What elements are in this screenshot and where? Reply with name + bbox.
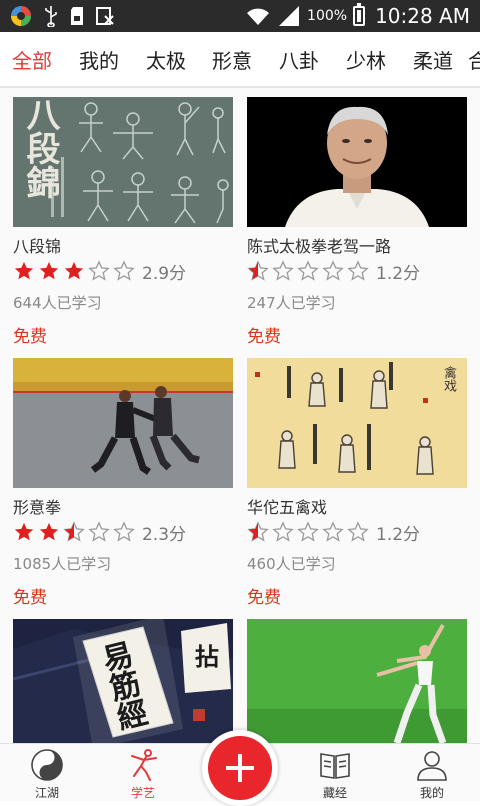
nav-mine[interactable]: 我的 xyxy=(397,748,467,801)
app-logo-icon xyxy=(11,6,31,26)
star-empty-icon xyxy=(88,521,110,542)
star-rating: 2.9分 xyxy=(13,260,187,284)
learner-count: 644人已学习 xyxy=(13,294,102,312)
tab-taiji[interactable]: 太极 xyxy=(146,45,186,74)
course-thumbnail[interactable]: 禽戏 xyxy=(247,358,467,488)
star-empty-icon xyxy=(113,521,135,542)
rating-score: 1.2分 xyxy=(376,263,421,284)
star-half-icon xyxy=(247,521,269,542)
star-rating: 1.2分 xyxy=(247,260,421,284)
star-rating: 2.3分 xyxy=(13,521,187,545)
thumbnail-calligraphy: 禽戏 xyxy=(441,366,456,392)
star-full-icon xyxy=(39,261,59,280)
price-label: 免费 xyxy=(247,327,281,347)
star-full-icon xyxy=(39,522,59,541)
course-thumbnail[interactable] xyxy=(13,358,233,488)
rating-score: 2.3分 xyxy=(142,524,187,545)
star-half-icon xyxy=(247,260,269,281)
course-grid: 八段錦 八段锦 2.9分 644人已学习 免费 陈式太极拳老驾一路 1.2分 2… xyxy=(0,88,480,743)
rating-score: 2.9分 xyxy=(142,263,187,284)
course-card[interactable]: 禽戏 华佗五禽戏 1.2分 460人已学习 免费 xyxy=(247,358,467,608)
price-label: 免费 xyxy=(13,327,47,347)
learner-count: 1085人已学习 xyxy=(13,555,112,573)
rating-score: 1.2分 xyxy=(376,524,421,545)
martial-arts-icon xyxy=(131,749,157,781)
tab-mine[interactable]: 我的 xyxy=(79,45,119,74)
battery-percent: 100% xyxy=(307,8,348,24)
nav-label: 学艺 xyxy=(130,786,155,800)
course-thumbnail[interactable]: 八段錦 xyxy=(13,97,233,227)
learner-count: 247人已学习 xyxy=(247,294,336,312)
tab-xingyi[interactable]: 形意 xyxy=(212,45,252,74)
star-empty-icon xyxy=(347,260,369,281)
price-label: 免费 xyxy=(247,588,281,608)
nav-label: 我的 xyxy=(419,786,444,800)
course-card[interactable]: 形意拳 2.3分 1085人已学习 免费 xyxy=(13,358,233,608)
star-full-icon xyxy=(14,261,34,280)
course-title[interactable]: 形意拳 xyxy=(13,494,61,518)
star-empty-icon xyxy=(297,521,319,542)
sd-card-icon xyxy=(71,7,83,25)
signal-icon xyxy=(279,6,300,26)
thumbnail-calligraphy: 八段錦 xyxy=(20,97,60,199)
nav-cangjing[interactable]: 藏经 xyxy=(300,748,370,801)
course-title[interactable]: 八段锦 xyxy=(13,233,61,257)
star-full-icon xyxy=(64,261,84,280)
status-bar: 100% 10:28 AM xyxy=(0,0,480,32)
star-rating: 1.2分 xyxy=(247,521,421,545)
book-icon xyxy=(320,753,350,779)
star-empty-icon xyxy=(297,260,319,281)
course-title[interactable]: 华佗五禽戏 xyxy=(247,494,327,518)
plus-icon xyxy=(208,736,272,800)
category-tabs: 全部 我的 太极 形意 八卦 少林 柔道 合 xyxy=(0,32,480,86)
star-half-icon xyxy=(63,521,85,542)
course-thumbnail[interactable] xyxy=(247,619,467,743)
add-button[interactable] xyxy=(202,730,278,806)
tab-shaolin[interactable]: 少林 xyxy=(346,45,386,74)
sim-icon xyxy=(96,7,114,25)
tab-more[interactable]: 合 xyxy=(468,45,480,74)
nav-jianghu[interactable]: 江湖 xyxy=(12,748,82,801)
star-empty-icon xyxy=(347,521,369,542)
tab-all[interactable]: 全部 xyxy=(12,45,52,74)
clock: 10:28 AM xyxy=(375,4,470,28)
course-card[interactable]: 易筋經 拈 xyxy=(13,619,233,743)
learner-count: 460人已学习 xyxy=(247,555,336,573)
usb-icon xyxy=(45,6,57,27)
thumbnail-calligraphy: 拈 xyxy=(195,642,219,671)
course-card[interactable]: 陈式太极拳老驾一路 1.2分 247人已学习 免费 xyxy=(247,97,467,347)
star-full-icon xyxy=(14,522,34,541)
nav-label: 江湖 xyxy=(34,786,59,800)
tab-bagua[interactable]: 八卦 xyxy=(279,45,319,74)
course-title[interactable]: 陈式太极拳老驾一路 xyxy=(247,233,391,257)
star-empty-icon xyxy=(272,260,294,281)
star-empty-icon xyxy=(113,260,135,281)
nav-label: 藏经 xyxy=(322,786,347,800)
star-empty-icon xyxy=(272,521,294,542)
star-empty-icon xyxy=(322,260,344,281)
battery-icon xyxy=(353,3,366,26)
tab-judo[interactable]: 柔道 xyxy=(413,45,453,74)
star-empty-icon xyxy=(322,521,344,542)
nav-xueyi[interactable]: 学艺 xyxy=(108,748,178,801)
star-empty-icon xyxy=(88,260,110,281)
course-card[interactable] xyxy=(247,619,467,743)
yin-yang-icon xyxy=(31,749,63,781)
user-icon xyxy=(417,751,447,781)
course-card[interactable]: 八段錦 八段锦 2.9分 644人已学习 免费 xyxy=(13,97,233,347)
price-label: 免费 xyxy=(13,588,47,608)
course-thumbnail[interactable]: 易筋經 拈 xyxy=(13,619,233,743)
wifi-icon xyxy=(247,8,270,25)
course-thumbnail[interactable] xyxy=(247,97,467,227)
